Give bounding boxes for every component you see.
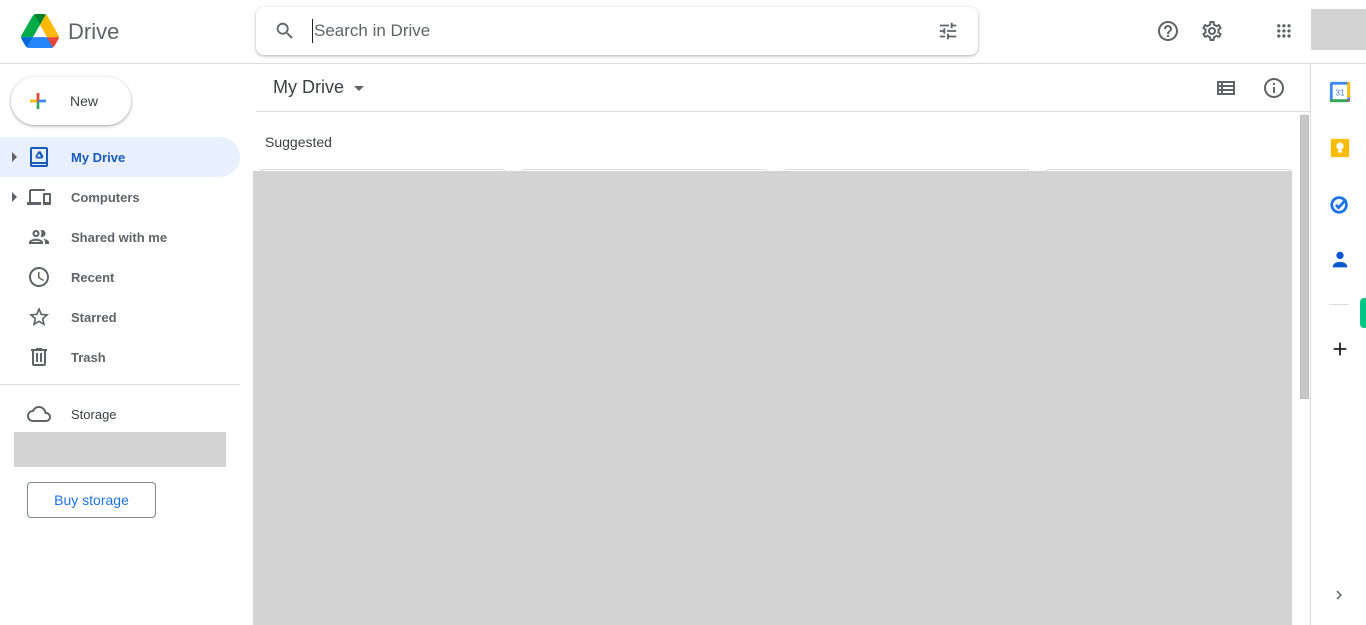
storage-label: Storage (71, 407, 117, 422)
buy-storage-button[interactable]: Buy storage (27, 482, 156, 518)
keep-icon[interactable] (1329, 137, 1351, 159)
expand-caret-icon[interactable] (12, 192, 17, 202)
sidebar-item-starred[interactable]: Starred (0, 297, 240, 337)
sidebar: New My Drive Computers Shared with me Re… (0, 64, 256, 625)
sidebar-item-trash[interactable]: Trash (0, 337, 240, 377)
search-icon[interactable] (274, 20, 296, 42)
side-panel-divider (1329, 304, 1349, 305)
contacts-icon[interactable] (1329, 249, 1351, 271)
shared-icon (29, 230, 49, 244)
sidebar-item-storage[interactable]: Storage (0, 394, 240, 434)
star-icon (29, 307, 49, 326)
clock-icon (29, 267, 49, 287)
new-button[interactable]: New (11, 77, 131, 125)
chevron-right-icon[interactable] (1330, 586, 1348, 604)
svg-text:31: 31 (1335, 89, 1345, 98)
sidebar-item-label: Trash (71, 350, 106, 365)
settings-icon[interactable] (1200, 19, 1224, 43)
sidebar-item-recent[interactable]: Recent (0, 257, 240, 297)
tune-icon[interactable] (936, 20, 960, 42)
main-header: My Drive (256, 64, 1310, 112)
main-content: My Drive Suggested (253, 64, 1310, 625)
computers-icon (27, 189, 51, 205)
suggested-heading: Suggested (265, 134, 332, 150)
side-panel: 31 (1310, 64, 1366, 625)
sidebar-item-label: My Drive (71, 150, 126, 165)
calendar-icon[interactable]: 31 (1329, 81, 1351, 103)
storage-usage-bar (14, 432, 226, 467)
app-name: Drive (68, 19, 120, 44)
account-avatar[interactable] (1311, 9, 1366, 50)
top-bar: Drive (0, 0, 1366, 64)
sidebar-item-label: Computers (71, 190, 140, 205)
search-input[interactable] (312, 19, 912, 43)
scrollbar-thumb[interactable] (1300, 115, 1309, 399)
content-placeholder (253, 171, 1292, 625)
breadcrumb-my-drive[interactable]: My Drive (273, 77, 344, 98)
search-bar[interactable] (256, 7, 978, 55)
trash-icon (31, 348, 47, 366)
sidebar-item-computers[interactable]: Computers (0, 177, 240, 217)
sidebar-item-label: Shared with me (71, 230, 168, 245)
sidebar-divider (0, 384, 240, 385)
apps-grid-icon[interactable] (1272, 19, 1296, 43)
list-view-icon[interactable] (1214, 76, 1238, 100)
plus-icon (30, 93, 46, 109)
sidebar-item-shared-with-me[interactable]: Shared with me (0, 217, 240, 257)
info-icon[interactable] (1262, 76, 1286, 100)
sidebar-item-label: Starred (71, 310, 117, 325)
breadcrumb-dropdown-icon[interactable] (354, 86, 364, 91)
new-button-label: New (70, 93, 99, 109)
tasks-icon[interactable] (1329, 193, 1351, 215)
sidebar-item-my-drive[interactable]: My Drive (0, 137, 240, 177)
expand-caret-icon[interactable] (12, 152, 17, 162)
add-addon-icon[interactable] (1329, 338, 1351, 360)
cloud-icon (27, 406, 51, 422)
my-drive-icon (30, 147, 48, 167)
sidebar-item-label: Recent (71, 270, 115, 285)
google-drive-logo-icon[interactable] (21, 13, 59, 49)
help-icon[interactable] (1156, 19, 1180, 43)
active-addon-indicator (1360, 298, 1366, 328)
